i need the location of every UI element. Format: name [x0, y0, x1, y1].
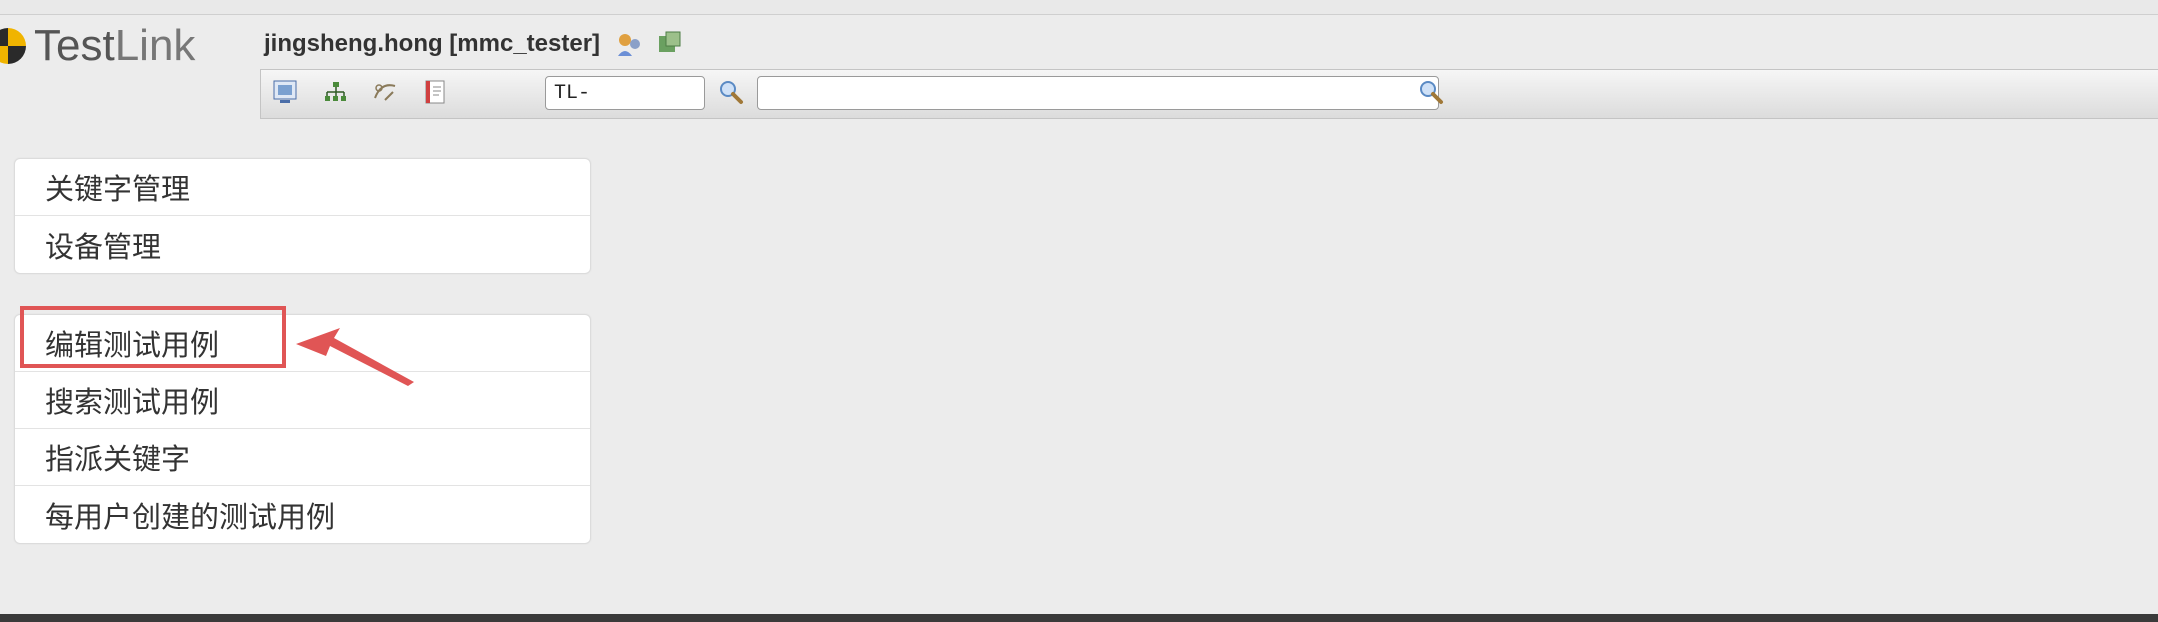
app-name: TestLink — [34, 21, 196, 70]
top-edge — [0, 0, 2158, 15]
menu-group-keywords: 关键字管理 设备管理 — [14, 158, 591, 274]
testlink-logo[interactable]: TestLink — [0, 16, 195, 76]
menu-item-testcases-by-user[interactable]: 每用户创建的测试用例 — [15, 486, 590, 543]
document-icon[interactable] — [421, 78, 449, 106]
project-tree-icon[interactable] — [321, 78, 349, 106]
search-icon[interactable] — [1417, 78, 1445, 106]
testcase-search-icon[interactable] — [717, 78, 745, 106]
toolbar: TL- — [260, 69, 2158, 119]
user-info: jingsheng.hong [mmc_tester] — [264, 24, 684, 64]
search-text-input[interactable] — [757, 76, 1439, 110]
bottom-edge — [0, 614, 2158, 622]
logout-icon[interactable] — [656, 30, 684, 58]
desktop-icon[interactable] — [271, 78, 299, 106]
user-settings-icon[interactable] — [614, 30, 642, 58]
logo-ball-icon — [0, 28, 26, 64]
highlight-annotation-box — [20, 306, 286, 368]
user-name: jingsheng.hong [mmc_tester] — [264, 30, 601, 57]
menu-item-assign-keywords[interactable]: 指派关键字 — [15, 429, 590, 486]
annotation-arrow-icon — [296, 322, 416, 392]
test-execution-icon[interactable] — [371, 78, 399, 106]
menu-item-device-management[interactable]: 设备管理 — [15, 216, 590, 273]
testcase-id-input[interactable]: TL- — [545, 76, 705, 110]
menu-item-keyword-management[interactable]: 关键字管理 — [15, 159, 590, 216]
